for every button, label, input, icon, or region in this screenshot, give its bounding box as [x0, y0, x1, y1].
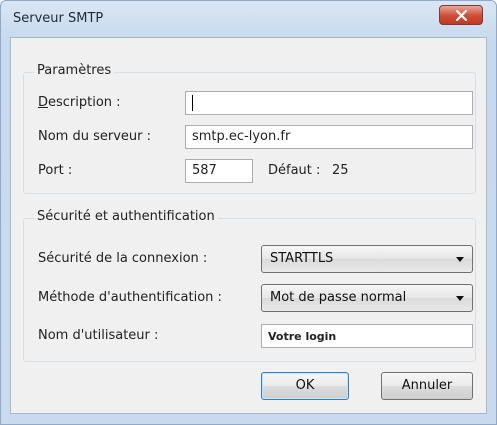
username-value: Votre login — [268, 330, 337, 343]
description-input[interactable] — [185, 91, 473, 115]
close-button[interactable] — [439, 5, 483, 25]
ok-button[interactable]: OK — [261, 372, 349, 400]
username-label: Nom d'utilisateur : — [38, 328, 159, 343]
cancel-button[interactable]: Annuler — [381, 372, 473, 400]
port-input[interactable]: 587 — [185, 159, 253, 183]
connection-security-value: STARTTLS — [270, 251, 334, 266]
securite-group-title: Sécurité et authentification — [34, 209, 218, 224]
text-caret — [192, 95, 193, 111]
default-port-label: Défaut : — [268, 163, 321, 178]
auth-method-label: Méthode d'authentification : — [38, 290, 222, 305]
port-label: Port : — [38, 163, 73, 178]
description-label: Description : — [38, 95, 121, 110]
smtp-dialog-window: Serveur SMTP Paramètres Description : No… — [0, 0, 497, 425]
default-port-value: 25 — [332, 163, 349, 178]
chevron-down-icon — [456, 257, 464, 262]
connection-security-label: Sécurité de la connexion : — [38, 251, 208, 266]
port-value: 587 — [192, 163, 217, 178]
auth-method-select[interactable]: Mot de passe normal — [261, 284, 473, 312]
parametres-group-title: Paramètres — [34, 63, 115, 78]
server-name-input[interactable]: smtp.ec-lyon.fr — [185, 125, 473, 149]
chevron-down-icon — [456, 296, 464, 301]
connection-security-select[interactable]: STARTTLS — [261, 245, 473, 273]
dialog-client-area: Paramètres Description : Nom du serveur … — [10, 37, 487, 414]
close-icon — [455, 10, 468, 21]
description-label-text: escription : — [48, 95, 121, 110]
title-bar[interactable]: Serveur SMTP — [1, 1, 496, 35]
server-label: Nom du serveur : — [38, 129, 152, 144]
window-title: Serveur SMTP — [13, 11, 104, 26]
server-name-value: smtp.ec-lyon.fr — [192, 129, 291, 144]
auth-method-value: Mot de passe normal — [270, 290, 407, 305]
username-input[interactable]: Votre login — [261, 324, 473, 348]
